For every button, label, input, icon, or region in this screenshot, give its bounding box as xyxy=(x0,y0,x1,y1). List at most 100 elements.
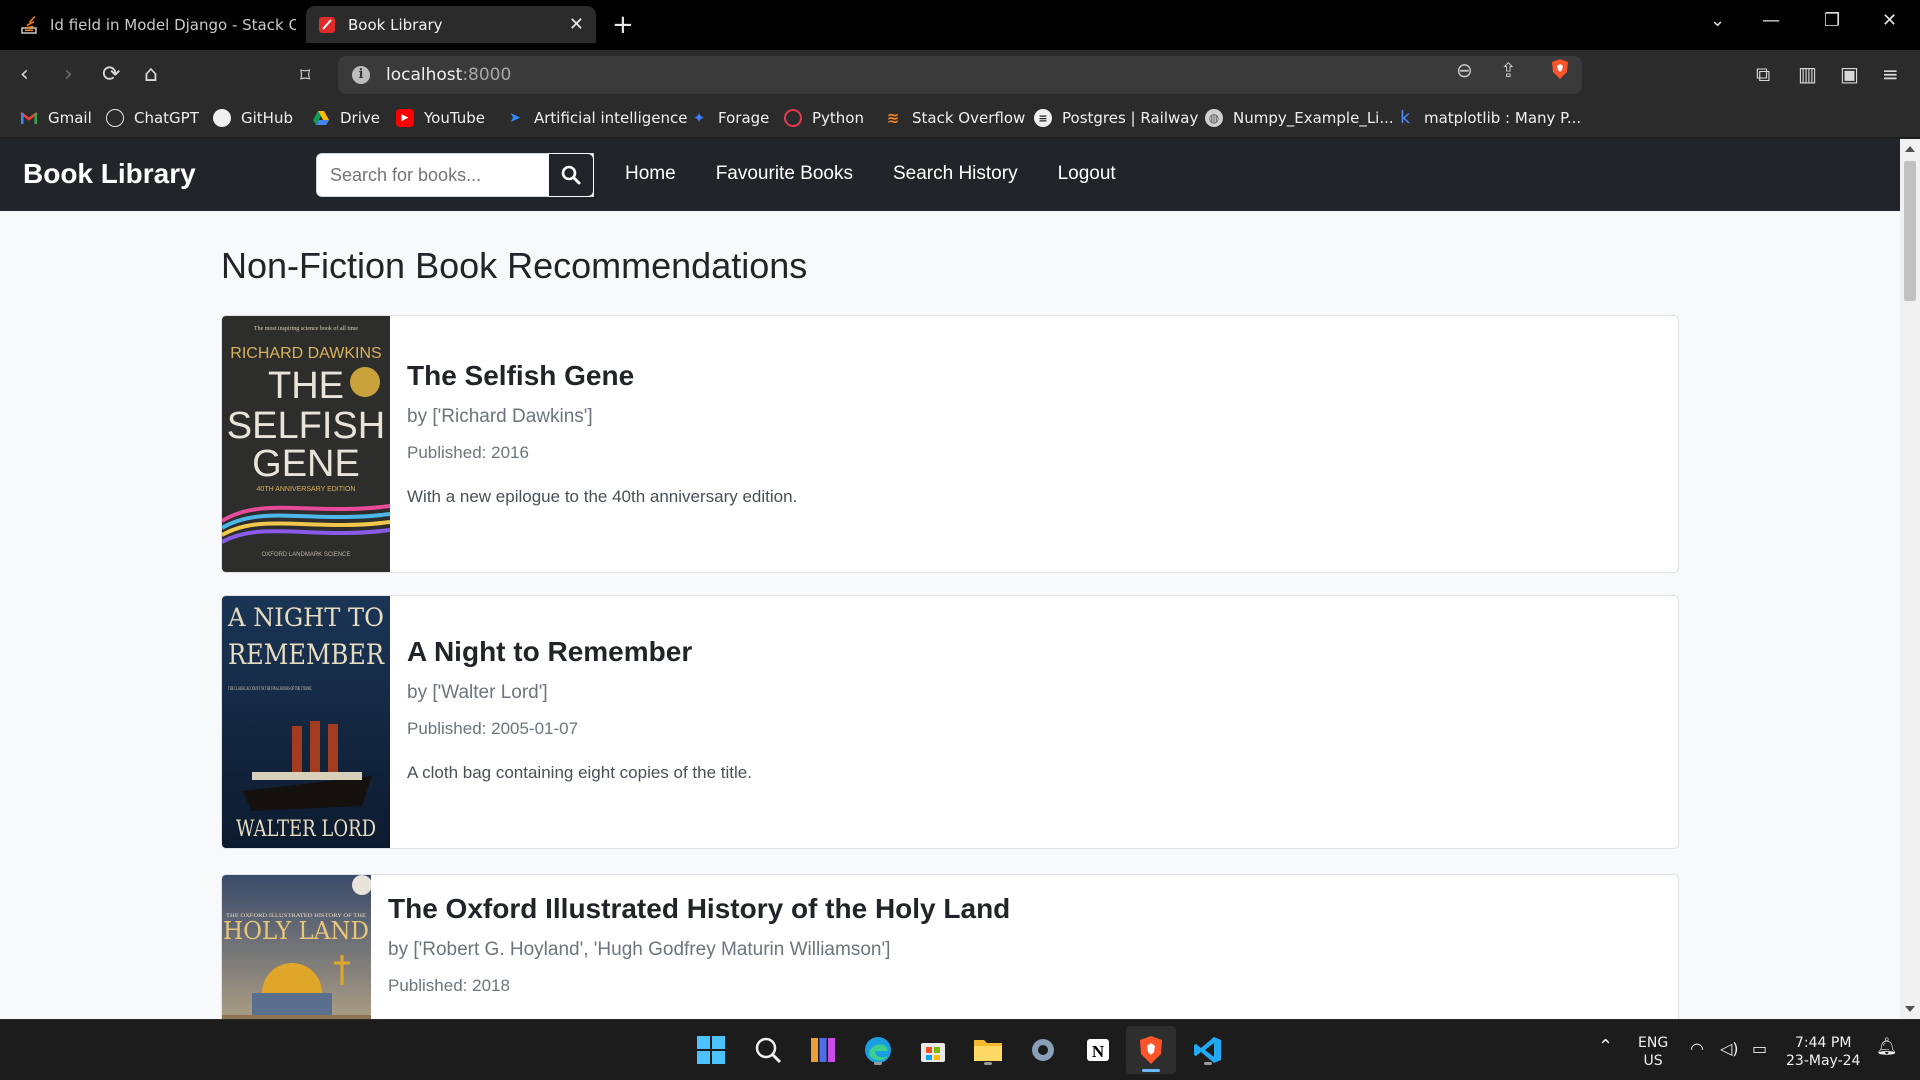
restore-icon[interactable]: ❐ xyxy=(1824,10,1840,31)
windows-taskbar: N ⌃ ENG US ◠ ◁) ▭ 7:44 PM 23-May-24 🔔︎ xyxy=(0,1019,1920,1080)
bookmark-label: YouTube xyxy=(424,109,485,127)
edge-icon[interactable] xyxy=(861,1033,895,1067)
book-author: by ['Richard Dawkins'] xyxy=(407,406,593,427)
wallet-icon[interactable]: ▣ xyxy=(1840,62,1859,86)
show-hidden-icons-icon[interactable]: ⌃ xyxy=(1598,1038,1613,1056)
book-card-body: The Oxford Illustrated History of the Ho… xyxy=(388,893,1010,1019)
bookmark-chatgpt[interactable]: ChatGPT xyxy=(106,109,199,127)
clock[interactable]: 7:44 PM 23-May-24 xyxy=(1786,1034,1860,1070)
microsoft-store-icon[interactable] xyxy=(916,1033,950,1067)
language-indicator[interactable]: ENG US xyxy=(1638,1034,1668,1070)
minimize-icon[interactable]: — xyxy=(1762,10,1780,31)
volume-icon[interactable]: ◁) xyxy=(1720,1040,1739,1058)
home-icon[interactable]: ⌂ xyxy=(144,62,158,88)
widgets-icon[interactable] xyxy=(806,1033,840,1067)
search-icon xyxy=(561,165,581,185)
bookmark-stack-overflow[interactable]: ≋ Stack Overflow xyxy=(884,109,1026,127)
running-indicator xyxy=(874,1062,882,1065)
running-indicator xyxy=(1204,1062,1212,1065)
address-bar[interactable]: i localhost:8000 xyxy=(338,56,1582,94)
share-icon[interactable]: ⇪ xyxy=(1500,58,1517,82)
book-title[interactable]: The Oxford Illustrated History of the Ho… xyxy=(388,893,1010,925)
site-info-icon[interactable]: i xyxy=(352,66,370,84)
book-card: A NIGHT TO REMEMBER THE CLASSIC ACCOUNT … xyxy=(221,595,1679,849)
browser-toolbar: ‹ › ⟳ ⌂ ⌑ i localhost:8000 ⊖ ⇪ ⧉ ▥ ▣ ≡ xyxy=(0,50,1920,100)
book-title[interactable]: The Selfish Gene xyxy=(407,360,797,392)
scroll-down-icon[interactable] xyxy=(1905,1006,1915,1012)
page-scrollbar[interactable] xyxy=(1900,139,1920,1019)
search-taskbar-icon[interactable] xyxy=(751,1033,785,1067)
nav-home-link[interactable]: Home xyxy=(625,163,676,185)
battery-icon[interactable]: ▭ xyxy=(1752,1040,1767,1058)
bookmark-postgres-railway[interactable]: ≡ Postgres | Railway xyxy=(1034,109,1198,127)
reload-icon[interactable]: ⟳ xyxy=(102,62,120,88)
back-icon[interactable]: ‹ xyxy=(20,62,29,88)
book-library-favicon-icon xyxy=(318,16,336,34)
tab-stackoverflow[interactable]: Id field in Model Django - Stack Ove xyxy=(8,6,308,43)
bookmark-label: Numpy_Example_Li... xyxy=(1233,109,1394,127)
nav-logout-link[interactable]: Logout xyxy=(1058,163,1116,185)
svg-text:SELFISH: SELFISH xyxy=(227,405,385,447)
search-button[interactable] xyxy=(548,153,594,197)
tab-book-library[interactable]: Book Library ✕ xyxy=(306,6,596,43)
book-author: by ['Walter Lord'] xyxy=(407,682,548,703)
github-icon xyxy=(213,109,231,127)
tab-search-chevron-icon[interactable]: ⌄ xyxy=(1710,10,1725,31)
book-cover-night-to-remember: A NIGHT TO REMEMBER THE CLASSIC ACCOUNT … xyxy=(222,596,390,848)
extensions-icon[interactable]: ⧉ xyxy=(1756,62,1770,86)
page-title: Non-Fiction Book Recommendations xyxy=(221,245,808,286)
book-description: A cloth bag containing eight copies of t… xyxy=(407,763,752,782)
close-window-icon[interactable]: ✕ xyxy=(1882,10,1897,31)
bookmark-drive[interactable]: Drive xyxy=(312,109,380,127)
scrollbar-thumb[interactable] xyxy=(1904,161,1916,301)
bookmark-label: Gmail xyxy=(48,109,92,127)
book-title[interactable]: A Night to Remember xyxy=(407,636,752,668)
nav-search-history-link[interactable]: Search History xyxy=(893,163,1018,185)
zoom-icon[interactable]: ⊖ xyxy=(1456,58,1473,82)
bookmark-gmail[interactable]: Gmail xyxy=(20,109,92,127)
bookmark-github[interactable]: GitHub xyxy=(213,109,293,127)
bookmark-artificial-intelligence[interactable]: ➤ Artificial intelligence xyxy=(506,109,687,127)
k-icon: k xyxy=(1400,108,1410,128)
bookmark-label: Python xyxy=(812,109,864,127)
scroll-up-icon[interactable] xyxy=(1905,146,1915,152)
bookmark-numpy-example[interactable]: ◍ Numpy_Example_Li... xyxy=(1205,109,1394,127)
new-tab-icon[interactable]: + xyxy=(612,10,634,40)
svg-text:GENE: GENE xyxy=(252,443,360,485)
book-card: THE OXFORD ILLUSTRATED HISTORY OF THE HO… xyxy=(221,874,1679,1019)
settings-icon[interactable] xyxy=(1026,1033,1060,1067)
notion-icon[interactable]: N xyxy=(1081,1033,1115,1067)
book-published: Published: 2018 xyxy=(388,976,510,995)
wifi-icon[interactable]: ◠ xyxy=(1690,1040,1704,1058)
nav-favourite-books-link[interactable]: Favourite Books xyxy=(716,163,853,185)
drive-icon xyxy=(312,109,330,127)
language-code: ENG xyxy=(1638,1035,1669,1051)
ai-icon: ➤ xyxy=(509,110,521,126)
notification-bell-icon[interactable]: 🔔︎ xyxy=(1876,1038,1898,1056)
windows-start-icon[interactable] xyxy=(694,1033,728,1067)
sidebar-icon[interactable]: ▥ xyxy=(1798,62,1817,86)
file-explorer-icon[interactable] xyxy=(971,1033,1005,1067)
bookmark-forage[interactable]: ✦ Forage xyxy=(690,109,770,127)
book-author: by ['Robert G. Hoyland', 'Hugh Godfrey M… xyxy=(388,939,891,960)
bookmark-label: Forage xyxy=(718,109,770,127)
bookmark-python[interactable]: Python xyxy=(784,109,864,127)
clock-date: 23-May-24 xyxy=(1786,1053,1861,1069)
gmail-icon xyxy=(20,109,38,127)
site-brand[interactable]: Book Library xyxy=(23,158,196,190)
bookmark-icon[interactable]: ⌑ xyxy=(300,62,310,88)
railway-icon: ≡ xyxy=(1034,109,1052,127)
brave-shield-icon[interactable] xyxy=(1550,58,1570,80)
tab-title: Id field in Model Django - Stack Ove xyxy=(50,15,296,34)
svg-text:WALTER LORD: WALTER LORD xyxy=(236,817,376,842)
close-tab-icon[interactable]: ✕ xyxy=(569,14,584,35)
bookmark-label: GitHub xyxy=(241,109,293,127)
url-port: :8000 xyxy=(462,65,512,85)
page-viewport: Book Library Home Favourite Books Search… xyxy=(0,139,1900,1019)
brave-browser-icon[interactable] xyxy=(1126,1026,1176,1074)
forward-icon[interactable]: › xyxy=(64,62,73,88)
vscode-icon[interactable] xyxy=(1191,1033,1225,1067)
bookmark-youtube[interactable]: ▶ YouTube xyxy=(396,109,485,127)
menu-icon[interactable]: ≡ xyxy=(1882,62,1899,86)
bookmark-matplotlib[interactable]: k matplotlib : Many P... xyxy=(1396,108,1581,128)
